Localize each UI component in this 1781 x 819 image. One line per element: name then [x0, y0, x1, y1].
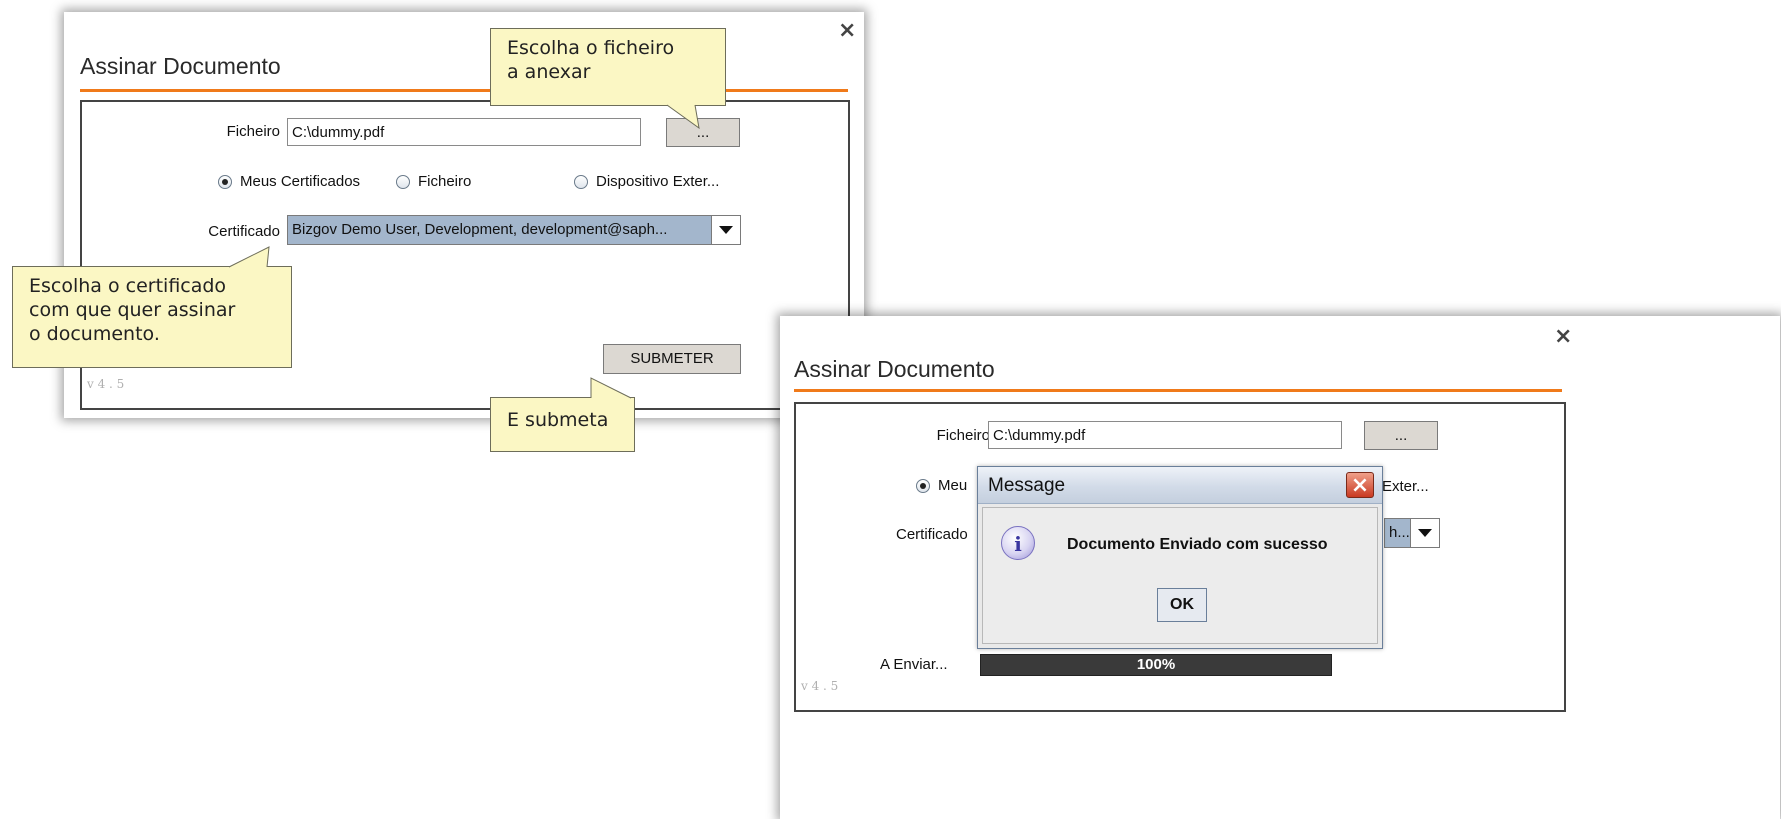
radio-label: Dispositivo Exter... [596, 173, 720, 190]
chevron-down-icon[interactable] [711, 216, 740, 244]
submit-button[interactable]: SUBMETER [603, 344, 741, 374]
callout-submit: E submeta [490, 377, 635, 452]
window-title: Assinar Documento [80, 53, 281, 79]
callout-pointer [667, 104, 700, 130]
sending-label: A Enviar... [880, 656, 948, 673]
file-field[interactable]: C:\dummy.pdf [287, 118, 641, 146]
radio-my-certificates[interactable]: Meu [916, 477, 967, 494]
dialog-titlebar[interactable]: Message × [978, 467, 1382, 504]
radio-label: Ficheiro [418, 173, 472, 190]
certificate-select[interactable]: h... [1384, 518, 1440, 548]
dialog-title: Message [988, 475, 1066, 496]
title-rule [80, 89, 848, 92]
radio-button-checked[interactable] [916, 478, 930, 493]
callout-text: E submeta [507, 409, 609, 431]
certificate-value: h... [1389, 524, 1410, 541]
radio-external-device-label: Exter... [1382, 478, 1429, 495]
callout-text: Escolha o certificado com que quer assin… [29, 275, 236, 345]
certificate-value: Bizgov Demo User, Development, developme… [292, 221, 668, 238]
radio-file[interactable]: Ficheiro [396, 173, 471, 190]
file-label: Ficheiro [936, 427, 990, 444]
upload-progress-bar: 100% [980, 654, 1332, 676]
chevron-down-icon[interactable] [1410, 519, 1439, 547]
callout-choose-certificate: Escolha o certificado com que quer assin… [12, 246, 292, 368]
callout-pointer [228, 246, 270, 268]
callout-choose-file: Escolha o ficheiro a anexar [490, 28, 726, 130]
radio-button-checked[interactable] [218, 174, 232, 189]
dialog-body: i Documento Enviado com sucesso OK [982, 507, 1378, 644]
radio-external-device[interactable]: Dispositivo Exter... [574, 173, 719, 190]
radio-my-certificates[interactable]: Meus Certificados [218, 173, 360, 190]
certificate-select[interactable]: Bizgov Demo User, Development, developme… [287, 215, 741, 245]
callout-text: Escolha o ficheiro a anexar [507, 37, 675, 83]
version-label: v 4 . 5 [87, 377, 125, 391]
title-rule [794, 389, 1562, 392]
radio-button[interactable] [574, 174, 588, 189]
close-icon[interactable]: × [1346, 472, 1374, 498]
window-title: Assinar Documento [794, 356, 995, 382]
info-icon: i [1001, 526, 1035, 560]
radio-label: Meu [938, 477, 968, 494]
callout-pointer [590, 377, 632, 399]
certificate-label: Certificado [208, 223, 280, 240]
message-dialog: Message × i Documento Enviado com sucess… [977, 466, 1383, 649]
file-label: Ficheiro [226, 123, 280, 140]
file-field[interactable]: C:\dummy.pdf [988, 421, 1342, 449]
ok-button[interactable]: OK [1157, 588, 1207, 622]
radio-label: Meus Certificados [240, 173, 361, 190]
radio-button[interactable] [396, 174, 410, 189]
dialog-message: Documento Enviado com sucesso [1067, 536, 1328, 553]
browse-button[interactable]: ... [1364, 421, 1438, 450]
close-icon[interactable]: × [1554, 326, 1572, 348]
version-label: v 4 . 5 [801, 679, 839, 693]
close-icon[interactable]: × [838, 20, 856, 42]
